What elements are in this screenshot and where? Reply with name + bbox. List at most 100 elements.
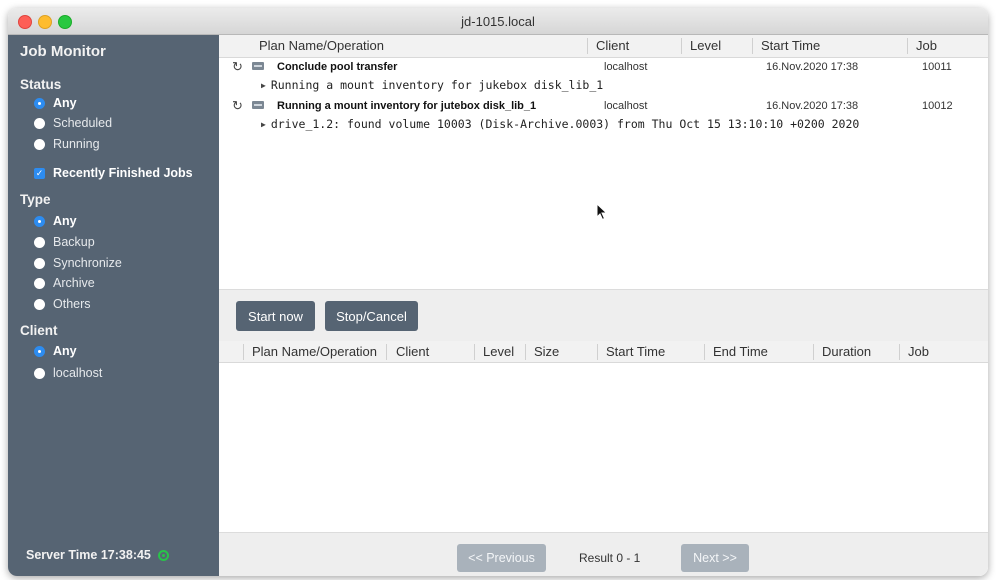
radio-icon [34, 138, 45, 150]
sidebar-title: Job Monitor [20, 43, 106, 60]
job-detail-row[interactable]: ▶ drive_1.2: found volume 10003 (Disk-Arc… [261, 117, 859, 131]
sidebar: Job Monitor Status Any Scheduled Running… [8, 35, 219, 576]
client-option-localhost[interactable]: localhost [34, 364, 102, 382]
job-name: Running a mount inventory for jutebox di… [277, 100, 537, 112]
job-detail-row[interactable]: ▶ Running a mount inventory for jukebox d… [261, 78, 603, 92]
col-client[interactable]: Client [396, 344, 429, 359]
col-client[interactable]: Client [596, 38, 629, 53]
main-panel: Plan Name/Operation Client Level Start T… [219, 35, 988, 576]
status-option-any[interactable]: Any [34, 94, 77, 112]
option-label: Scheduled [53, 116, 113, 130]
job-client: localhost [604, 61, 648, 73]
type-option-archive[interactable]: Archive [34, 274, 95, 292]
option-label: Synchronize [53, 256, 122, 270]
column-divider [681, 38, 682, 54]
drive-icon [252, 62, 264, 70]
action-bar: Start now Stop/Cancel [219, 289, 988, 341]
status-option-running[interactable]: Running [34, 135, 100, 153]
column-divider [813, 344, 814, 360]
radio-selected-icon [34, 345, 45, 357]
result-range: Result 0 - 1 [579, 551, 641, 565]
checkmark-icon: ✓ [34, 167, 45, 179]
col-level[interactable]: Level [690, 38, 721, 53]
job-start-time: 16.Nov.2020 17:38 [766, 61, 859, 73]
finished-jobs-header: Plan Name/Operation Client Level Size St… [219, 341, 988, 363]
option-label: localhost [53, 366, 103, 380]
status-section-label: Status [20, 77, 62, 92]
recently-finished-checkbox[interactable]: ✓ Recently Finished Jobs [34, 164, 193, 182]
client-option-any[interactable]: Any [34, 342, 77, 360]
radio-selected-icon [34, 97, 45, 109]
column-divider [386, 344, 387, 360]
table-row[interactable]: ↻ Conclude pool transfer localhost 16.No… [219, 58, 988, 76]
job-id: 10011 [922, 61, 952, 73]
running-jobs-header: Plan Name/Operation Client Level Start T… [219, 35, 988, 58]
col-job[interactable]: Job [908, 344, 929, 359]
server-time-value: 17:38:45 [100, 548, 151, 562]
radio-icon [34, 277, 45, 289]
type-section-label: Type [20, 192, 51, 207]
type-option-backup[interactable]: Backup [34, 233, 95, 251]
connection-status-icon [157, 549, 169, 561]
type-option-synchronize[interactable]: Synchronize [34, 254, 122, 272]
col-job[interactable]: Job [916, 38, 937, 53]
column-divider [243, 344, 244, 360]
disclosure-triangle-icon[interactable]: ▶ [261, 120, 266, 129]
column-divider [704, 344, 705, 360]
title-bar: jd-1015.local [8, 8, 988, 35]
column-divider [752, 38, 753, 54]
column-divider [474, 344, 475, 360]
option-label: Archive [53, 276, 95, 290]
job-start-time: 16.Nov.2020 17:38 [766, 100, 859, 112]
radio-icon [34, 257, 45, 269]
disclosure-triangle-icon[interactable]: ▶ [261, 81, 266, 90]
radio-icon [34, 298, 45, 310]
col-level[interactable]: Level [483, 344, 514, 359]
job-client: localhost [604, 100, 648, 112]
stop-cancel-button[interactable]: Stop/Cancel [325, 301, 418, 331]
previous-page-button[interactable]: << Previous [457, 544, 546, 572]
col-start-time[interactable]: Start Time [761, 38, 820, 53]
column-divider [587, 38, 588, 54]
column-divider [907, 38, 908, 54]
status-option-scheduled[interactable]: Scheduled [34, 114, 112, 132]
col-plan-name[interactable]: Plan Name/Operation [259, 38, 384, 53]
start-now-button[interactable]: Start now [236, 301, 315, 331]
col-end-time[interactable]: End Time [713, 344, 768, 359]
pagination-bar: << Previous Result 0 - 1 Next >> [219, 532, 988, 576]
radio-icon [34, 236, 45, 248]
option-label: Backup [53, 235, 95, 249]
col-start-time[interactable]: Start Time [606, 344, 665, 359]
radio-selected-icon [34, 215, 45, 227]
sync-icon: ↻ [232, 98, 243, 113]
mouse-pointer-icon [596, 203, 608, 221]
server-time-label: Server Time [26, 548, 98, 562]
col-plan-name[interactable]: Plan Name/Operation [252, 344, 377, 359]
radio-icon [34, 117, 45, 129]
app-window: jd-1015.local Job Monitor Status Any Sch… [8, 8, 988, 576]
checkbox-label: Recently Finished Jobs [53, 166, 193, 180]
option-label: Any [53, 344, 77, 358]
radio-icon [34, 367, 45, 379]
job-detail-text: drive_1.2: found volume 10003 (Disk-Arch… [270, 117, 860, 131]
option-label: Others [53, 297, 91, 311]
column-divider [597, 344, 598, 360]
col-size[interactable]: Size [534, 344, 559, 359]
table-row[interactable]: ↻ Running a mount inventory for jutebox … [219, 97, 988, 115]
drive-icon [252, 101, 264, 109]
server-time: Server Time 17:38:45 [26, 548, 169, 562]
column-divider [525, 344, 526, 360]
client-section-label: Client [20, 323, 58, 338]
type-option-any[interactable]: Any [34, 212, 77, 230]
type-option-others[interactable]: Others [34, 295, 91, 313]
job-id: 10012 [922, 100, 953, 112]
option-label: Any [53, 214, 77, 228]
next-page-button[interactable]: Next >> [681, 544, 749, 572]
col-duration[interactable]: Duration [822, 344, 871, 359]
job-detail-text: Running a mount inventory for jukebox di… [270, 78, 604, 92]
sync-icon: ↻ [232, 59, 243, 74]
window-title: jd-1015.local [461, 14, 535, 29]
column-divider [899, 344, 900, 360]
option-label: Any [53, 96, 77, 110]
job-name: Conclude pool transfer [277, 61, 398, 73]
